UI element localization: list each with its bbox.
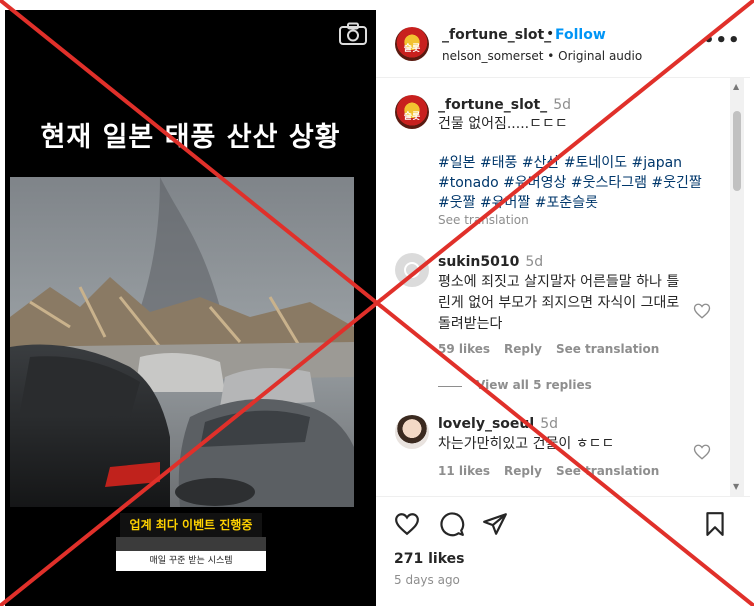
post-side-panel: 슬롯 _fortune_slot_ • Follow nelson_somers…	[376, 10, 750, 606]
likes-count[interactable]: 271 likes	[394, 551, 464, 567]
reply-button[interactable]: Reply	[504, 464, 542, 478]
scroll-thumb[interactable]	[733, 111, 741, 191]
caption-time: 5d	[553, 97, 571, 113]
avatar[interactable]	[395, 415, 429, 449]
scroll-down-arrow-icon[interactable]: ▼	[733, 482, 739, 491]
comment-meta: 11 likes Reply See translation	[438, 464, 673, 478]
header-separator: •	[546, 26, 555, 42]
view-replies-link[interactable]: View all 5 replies	[476, 378, 592, 392]
caption-hashtags[interactable]: #일본 #태풍 #산산 #토네이도 #japan #tonado #유머영상 #…	[438, 153, 713, 213]
comment-likes[interactable]: 59 likes	[438, 342, 490, 356]
see-translation-link[interactable]: See translation	[556, 342, 659, 356]
comment-username-text[interactable]: lovely_soeul	[438, 416, 534, 432]
video-player[interactable]: 현재 일본 태풍 산산 상황 업계 최다 이벤트 진행중 매일 꾸준 받는 시스…	[5, 10, 376, 606]
reply-button[interactable]: Reply	[504, 342, 542, 356]
promo-banner-title: 업계 최다 이벤트 진행중	[120, 513, 262, 537]
more-icon[interactable]: •••	[703, 30, 741, 51]
comments-scrollbar[interactable]: ▲ ▼	[730, 78, 744, 496]
comment-username-text[interactable]: sukin5010	[438, 254, 519, 270]
comment-meta: 59 likes Reply See translation	[438, 342, 673, 356]
heart-icon[interactable]	[394, 511, 420, 537]
comments-list[interactable]: 슬롯 _fortune_slot_ 5d 건물 없어짐.....ㄷㄷㄷ #일본 #…	[376, 78, 728, 496]
see-translation-link[interactable]: See translation	[556, 464, 659, 478]
comment-time: 5d	[540, 416, 558, 432]
promo-banner-subtitle: 매일 꾸준 받는 시스템	[116, 551, 266, 571]
tornado-scene-image	[10, 177, 354, 507]
caption-username-text[interactable]: _fortune_slot_	[438, 97, 547, 113]
comment-time: 5d	[525, 254, 544, 270]
share-icon[interactable]	[482, 511, 508, 537]
heart-icon[interactable]	[693, 443, 711, 461]
comment-likes[interactable]: 11 likes	[438, 464, 490, 478]
comment-icon[interactable]	[439, 511, 465, 537]
comment-text: 평소에 죄짓고 살지말자 어른들말 하나 틀린게 없어 부모가 죄지으면 자식이…	[438, 274, 680, 332]
post-actions: 271 likes 5 days ago	[376, 496, 750, 607]
follow-button[interactable]: Follow	[555, 27, 606, 43]
comment-username[interactable]: sukin5010 5d	[438, 254, 543, 270]
avatar[interactable]: 슬롯	[395, 27, 429, 61]
caption-text: 건물 없어짐.....ㄷㄷㄷ	[438, 116, 568, 132]
comment-text: 차는가만히있고 건물이 ㅎㄷㄷ	[438, 436, 615, 452]
promo-banner[interactable]: 업계 최다 이벤트 진행중 매일 꾸준 받는 시스템	[116, 510, 266, 572]
replies-divider	[438, 386, 462, 387]
heart-icon[interactable]	[693, 302, 711, 320]
promo-banner-url	[116, 537, 266, 551]
post-time: 5 days ago	[394, 573, 460, 587]
bookmark-icon[interactable]	[702, 511, 728, 537]
scroll-up-arrow-icon[interactable]: ▲	[733, 82, 739, 91]
caption-username[interactable]: _fortune_slot_ 5d	[438, 97, 571, 113]
camera-icon[interactable]	[338, 22, 368, 46]
video-caption: 현재 일본 태풍 산산 상황	[40, 122, 341, 153]
comment-username[interactable]: lovely_soeul 5d	[438, 416, 558, 432]
post-header: 슬롯 _fortune_slot_ • Follow nelson_somers…	[376, 10, 750, 78]
post-modal: 현재 일본 태풍 산산 상황 업계 최다 이벤트 진행중 매일 꾸준 받는 시스…	[0, 0, 754, 606]
header-username[interactable]: _fortune_slot_	[442, 27, 551, 43]
avatar[interactable]: 슬롯	[395, 95, 429, 129]
avatar[interactable]	[395, 253, 429, 287]
see-translation-link[interactable]: See translation	[438, 213, 529, 227]
audio-subtitle[interactable]: nelson_somerset • Original audio	[442, 49, 642, 63]
